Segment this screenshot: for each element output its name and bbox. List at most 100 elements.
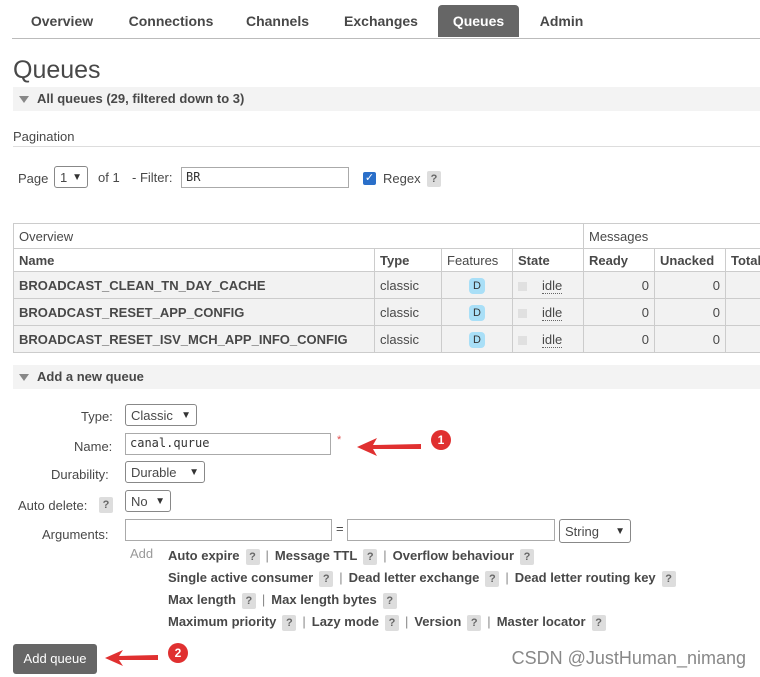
arguments-label: Arguments:: [42, 527, 109, 542]
col-ready[interactable]: Ready: [583, 248, 655, 272]
auto-delete-help[interactable]: ?: [99, 496, 113, 513]
collapse-triangle-icon: [19, 374, 29, 382]
filter-input[interactable]: BR: [181, 167, 349, 188]
argument-shortcuts-row-4: Maximum priority? | Lazy mode? | Version? | Ma…: [168, 614, 612, 631]
queue-state: idle: [542, 331, 563, 348]
argument-type-value: String: [565, 524, 599, 539]
chevron-down-icon: ▼: [615, 526, 625, 537]
page-select-value: 1: [60, 170, 68, 185]
help-icon[interactable]: ?: [382, 593, 397, 609]
all-queues-toggle[interactable]: All queues (29, filtered down to 3): [13, 87, 760, 111]
help-icon[interactable]: ?: [319, 571, 334, 587]
help-icon[interactable]: ?: [485, 571, 500, 587]
page-select[interactable]: 1 ▼: [54, 166, 88, 188]
arg-max-length-bytes[interactable]: Max length bytes: [271, 592, 376, 607]
add-queue-button[interactable]: Add queue: [13, 644, 97, 674]
chevron-down-icon: ▼: [72, 172, 82, 183]
arg-dead-letter-exchange[interactable]: Dead letter exchange: [349, 570, 480, 585]
tab-admin[interactable]: Admin: [524, 5, 599, 37]
ready-count: 0: [583, 325, 655, 353]
help-icon[interactable]: ?: [384, 615, 399, 631]
col-type[interactable]: Type: [374, 248, 442, 272]
help-icon[interactable]: ?: [245, 549, 260, 565]
help-icon[interactable]: ?: [241, 593, 256, 609]
col-name[interactable]: Name: [13, 248, 375, 272]
auto-delete-select-value: No: [131, 494, 148, 509]
help-icon[interactable]: ?: [467, 615, 482, 631]
total-count: [725, 298, 760, 326]
argument-type-select[interactable]: String ▼: [559, 519, 631, 543]
add-argument-link[interactable]: Add: [130, 546, 153, 561]
regex-checkbox[interactable]: ✓: [363, 172, 376, 185]
help-icon[interactable]: ?: [520, 549, 535, 565]
state-indicator-icon: [518, 281, 527, 291]
queue-name-link[interactable]: BROADCAST_RESET_APP_CONFIG: [13, 298, 375, 326]
arg-master-locator[interactable]: Master locator: [497, 614, 586, 629]
argument-shortcuts-row-3: Max length? | Max length bytes?: [168, 592, 403, 609]
collapse-triangle-icon: [19, 96, 29, 104]
arg-message-ttl[interactable]: Message TTL: [275, 548, 357, 563]
separator: |: [404, 614, 409, 629]
durable-badge: D: [469, 304, 485, 321]
equals-sign: =: [336, 521, 344, 536]
add-queue-toggle[interactable]: Add a new queue: [13, 365, 760, 389]
chevron-down-icon: ▼: [155, 496, 165, 507]
separator: |: [487, 614, 491, 629]
chevron-down-icon: ▼: [189, 467, 199, 478]
top-nav: Overview Connections Channels Exchanges …: [12, 5, 760, 39]
arg-maximum-priority[interactable]: Maximum priority: [168, 614, 276, 629]
auto-delete-select[interactable]: No ▼: [125, 490, 171, 512]
arg-single-active-consumer[interactable]: Single active consumer: [168, 570, 313, 585]
arg-dead-letter-routing-key[interactable]: Dead letter routing key: [515, 570, 656, 585]
arg-lazy-mode[interactable]: Lazy mode: [312, 614, 379, 629]
tab-channels[interactable]: Channels: [230, 5, 325, 37]
type-select-value: Classic: [131, 408, 173, 423]
queues-table: Overview Messages Name Type Features Sta…: [13, 223, 760, 353]
chevron-down-icon: ▼: [181, 410, 191, 421]
durability-label: Durability:: [51, 467, 109, 482]
durability-select[interactable]: Durable ▼: [125, 461, 205, 483]
separator: |: [265, 548, 269, 563]
col-features: Features: [441, 248, 513, 272]
regex-label: Regex: [383, 171, 421, 186]
tab-connections[interactable]: Connections: [116, 5, 226, 37]
help-icon: ?: [427, 171, 441, 187]
queue-type: classic: [374, 325, 442, 353]
queue-type: classic: [374, 298, 442, 326]
unacked-count: 0: [654, 325, 726, 353]
tab-queues[interactable]: Queues: [438, 5, 519, 37]
table-row: BROADCAST_CLEAN_TN_DAY_CACHE classic D i…: [13, 271, 760, 299]
all-queues-label: All queues (29, filtered down to 3): [37, 91, 245, 106]
separator: |: [339, 570, 343, 585]
help-icon[interactable]: ?: [661, 571, 676, 587]
arg-version[interactable]: Version: [414, 614, 461, 629]
help-icon[interactable]: ?: [282, 615, 297, 631]
queue-name-input[interactable]: canal.qurue: [125, 433, 331, 455]
col-total[interactable]: Total: [725, 248, 760, 272]
unacked-count: 0: [654, 298, 726, 326]
arg-overflow-behaviour[interactable]: Overflow behaviour: [393, 548, 514, 563]
page-title: Queues: [13, 56, 101, 84]
queue-name-link[interactable]: BROADCAST_CLEAN_TN_DAY_CACHE: [13, 271, 375, 299]
col-unacked[interactable]: Unacked: [654, 248, 726, 272]
regex-help[interactable]: ?: [427, 170, 441, 187]
add-queue-section-label: Add a new queue: [37, 369, 144, 384]
argument-value-input[interactable]: [347, 519, 555, 541]
type-select[interactable]: Classic ▼: [125, 404, 197, 426]
arg-max-length[interactable]: Max length: [168, 592, 236, 607]
help-icon[interactable]: ?: [591, 615, 606, 631]
total-count: [725, 325, 760, 353]
unacked-count: 0: [654, 271, 726, 299]
watermark: CSDN @JustHuman_nimang: [511, 648, 746, 668]
pagination-heading: Pagination: [13, 129, 75, 144]
durability-select-value: Durable: [131, 465, 177, 480]
annotation-marker-2: 2: [168, 643, 188, 663]
tab-overview[interactable]: Overview: [12, 5, 112, 37]
tab-exchanges[interactable]: Exchanges: [330, 5, 432, 37]
argument-key-input[interactable]: [125, 519, 332, 541]
help-icon[interactable]: ?: [363, 549, 378, 565]
arg-auto-expire[interactable]: Auto expire: [168, 548, 240, 563]
queue-name-link[interactable]: BROADCAST_RESET_ISV_MCH_APP_INFO_CONFIG: [13, 325, 375, 353]
state-indicator-icon: [518, 335, 527, 345]
col-state[interactable]: State: [512, 248, 584, 272]
